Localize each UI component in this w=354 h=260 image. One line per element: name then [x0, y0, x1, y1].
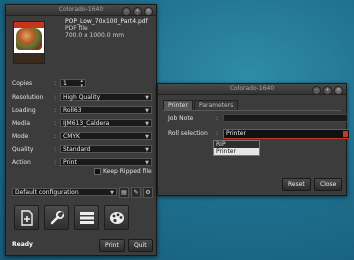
loading-label: Loading [12, 107, 36, 114]
mode-select[interactable]: CMYK ▼ [60, 132, 152, 140]
file-info: POP_Low_70x100_Part4.pdf PDF file 700.0 … [65, 18, 155, 39]
tool-buttons [14, 205, 129, 230]
close-button[interactable]: × [334, 85, 343, 95]
resolution-select[interactable]: High Quality ▼ [60, 93, 152, 101]
mode-label: Mode [12, 133, 29, 140]
chevron-down-icon: ▼ [110, 190, 114, 196]
action-label: Action [12, 159, 31, 166]
media-value: IJM613_Caldera [63, 120, 110, 127]
action-value: Print [63, 159, 77, 166]
maximize-button[interactable]: + [323, 85, 332, 95]
copies-label: Copies [12, 80, 33, 87]
checkbox-icon[interactable] [94, 168, 101, 175]
edit-config-icon[interactable]: ✎ [131, 187, 141, 198]
configuration-select[interactable]: Default configuration ▼ [12, 188, 117, 196]
roll-selection-label: Roll selection [168, 130, 208, 137]
print-button[interactable]: Print [99, 239, 125, 252]
row-media: Media : IJM613_Caldera ▼ [12, 119, 152, 128]
close-button[interactable]: × [144, 6, 153, 16]
row-quality: Quality : Standard ▼ [12, 145, 152, 154]
loading-select[interactable]: Roll63 ▼ [60, 106, 152, 114]
roll-option-rip[interactable]: RIP [214, 141, 259, 148]
palette-icon [109, 211, 124, 224]
wrench-icon [50, 210, 64, 224]
row-mode: Mode : CMYK ▼ [12, 132, 152, 141]
file-type: PDF file [65, 25, 88, 32]
media-label: Media [12, 120, 31, 127]
reset-button[interactable]: Reset [282, 178, 311, 191]
settings-config-icon[interactable]: ⚙ [143, 187, 153, 198]
save-config-icon[interactable]: ▤ [119, 187, 129, 198]
maximize-button[interactable]: + [133, 6, 142, 16]
row-copies: Copies : 1 ▴ ▾ [12, 79, 152, 89]
file-thumbnail [13, 21, 45, 64]
row-resolution: Resolution : High Quality ▼ [12, 93, 152, 102]
action-select[interactable]: Print ▼ [60, 158, 152, 166]
minimize-button[interactable]: – [312, 85, 321, 95]
stepper-arrows-icon[interactable]: ▴ ▾ [80, 79, 83, 89]
job-note-label: Job Note [168, 115, 194, 122]
file-name: POP_Low_70x100_Part4.pdf [65, 18, 148, 25]
tools-button[interactable] [44, 205, 69, 230]
job-list-button[interactable] [74, 205, 99, 230]
window-title: Colorado-1640 [58, 6, 104, 13]
loading-value: Roll63 [63, 107, 82, 114]
title-bar[interactable]: Colorado-1640 – + × [6, 5, 156, 16]
row-loading: Loading : Roll63 ▼ [12, 106, 152, 115]
media-select[interactable]: IJM613_Caldera ▼ [60, 119, 152, 127]
copies-value: 1 [63, 80, 67, 87]
file-plus-icon [20, 209, 33, 226]
chevron-down-icon: ▼ [145, 108, 149, 114]
row-action: Action : Print ▼ [12, 158, 152, 167]
roll-selection-select[interactable]: Printer [223, 129, 350, 139]
chevron-down-icon: ▼ [145, 147, 149, 153]
quality-value: Standard [63, 146, 91, 153]
quality-label: Quality [12, 146, 34, 153]
status-text: Ready [12, 241, 33, 248]
file-size: 700.0 x 1000.0 mm [65, 32, 125, 39]
configuration-value: Default configuration [15, 189, 79, 196]
roll-selection-dropdown: RIP Printer [213, 140, 260, 156]
dropdown-marker-icon [343, 131, 348, 137]
job-note-input[interactable] [223, 114, 348, 122]
keep-ripped-checkbox[interactable]: Keep Ripped file [94, 168, 152, 175]
color-settings-button[interactable] [104, 205, 129, 230]
resolution-label: Resolution [12, 94, 44, 101]
chevron-down-icon: ▼ [145, 95, 149, 101]
minimize-button[interactable]: – [122, 6, 131, 16]
window-title: Colorado-1640 [229, 85, 275, 92]
add-file-button[interactable] [14, 205, 39, 230]
quit-button[interactable]: Quit [128, 239, 153, 252]
chevron-down-icon: ▼ [145, 121, 149, 127]
quality-select[interactable]: Standard ▼ [60, 145, 152, 153]
list-icon [79, 211, 94, 224]
title-bar[interactable]: Colorado-1640 – + × [158, 84, 346, 95]
resolution-value: High Quality [63, 94, 101, 101]
copies-stepper[interactable]: 1 ▴ ▾ [60, 79, 86, 89]
mode-value: CMYK [63, 133, 80, 140]
roll-selection-value: Printer [226, 130, 246, 137]
keep-ripped-label: Keep Ripped file [103, 168, 152, 175]
roll-option-printer[interactable]: Printer [214, 148, 259, 155]
close-dialog-button[interactable]: Close [314, 178, 343, 191]
chevron-down-icon: ▼ [145, 134, 149, 140]
chevron-down-icon: ▼ [145, 160, 149, 166]
